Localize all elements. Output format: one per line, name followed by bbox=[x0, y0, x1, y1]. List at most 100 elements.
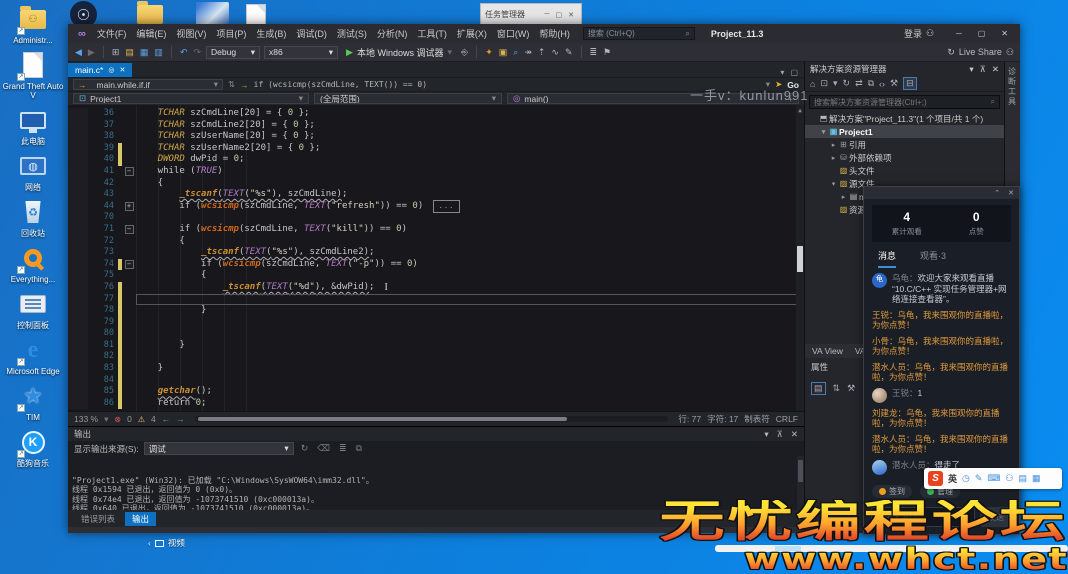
redo-icon[interactable]: ↷ bbox=[192, 47, 202, 58]
collapse-icon[interactable]: ⌃ bbox=[994, 189, 1000, 197]
scrollbar-thumb[interactable] bbox=[198, 417, 567, 421]
menu-item-7[interactable]: 分析(N) bbox=[372, 27, 413, 40]
fold-toggle-icon[interactable]: − bbox=[125, 225, 134, 234]
clock-icon[interactable]: ◷ bbox=[962, 473, 970, 484]
menu-item-1[interactable]: 编辑(E) bbox=[131, 27, 171, 40]
scope-global-dropdown[interactable]: (全局范围) ▾ bbox=[314, 93, 502, 104]
step-over-icon[interactable]: ↠ bbox=[523, 47, 533, 58]
code-line-36[interactable]: 36 TCHAR szCmdLine[20] = { 0 }; bbox=[68, 108, 804, 120]
undo-icon[interactable]: ↶ bbox=[179, 47, 189, 58]
desktop-icon-everything[interactable]: ↗Everything... bbox=[1, 243, 65, 284]
taskmgr-minimize-icon[interactable]: ─ bbox=[542, 11, 553, 18]
bookmark-icon[interactable]: ⚑ bbox=[602, 47, 612, 58]
scrollbar-thumb[interactable] bbox=[798, 460, 803, 482]
chevron-down-icon[interactable]: ▾ bbox=[104, 414, 108, 425]
config-dropdown[interactable]: Debug ▾ bbox=[206, 46, 260, 59]
code-line-39[interactable]: 39 TCHAR szUserName2[20] = { 0 }; bbox=[68, 143, 804, 155]
sogou-logo-icon[interactable]: S bbox=[928, 471, 943, 486]
fold-toggle-icon[interactable]: − bbox=[125, 167, 134, 176]
video-chip[interactable]: ‹ 视频 bbox=[148, 537, 185, 549]
add-item-icon[interactable]: ▣ bbox=[498, 47, 509, 58]
nav-forward-icon[interactable]: ▶ bbox=[87, 47, 96, 58]
sync-icon[interactable]: ⇄ bbox=[855, 78, 863, 89]
view-code-icon[interactable]: ‹› bbox=[879, 79, 885, 89]
word-wrap-icon[interactable]: ≣ bbox=[337, 443, 349, 454]
switch-view-icon[interactable]: ⊡ bbox=[820, 78, 828, 89]
code-editor[interactable]: 36 TCHAR szCmdLine[20] = { 0 };37 TCHAR … bbox=[68, 105, 804, 411]
fold-toggle-icon[interactable]: + bbox=[125, 202, 134, 211]
desktop-icon-recycle-bin[interactable]: ♻回收站 bbox=[1, 197, 65, 238]
home-icon[interactable]: ⌂ bbox=[810, 79, 815, 89]
pin-icon[interactable]: ⊼ bbox=[980, 64, 986, 75]
property-pages-icon[interactable]: ⚒ bbox=[847, 383, 855, 394]
project-dropdown[interactable]: ⊡ Project1 ▾ bbox=[73, 93, 309, 104]
window-list-icon[interactable]: ▢ bbox=[790, 68, 798, 77]
code-line-74[interactable]: 74− if (wcsicmp(szCmdLine, TEXT("-p")) =… bbox=[68, 259, 804, 271]
show-all-files-icon[interactable]: ⧉ bbox=[868, 78, 874, 89]
code-line-81[interactable]: 81 } bbox=[68, 340, 804, 352]
menu-item-4[interactable]: 生成(B) bbox=[251, 27, 291, 40]
code-line-72[interactable]: 72 { bbox=[68, 236, 804, 248]
menu-item-9[interactable]: 扩展(X) bbox=[452, 27, 492, 40]
code-line-86[interactable]: 86 return 0; bbox=[68, 398, 804, 410]
code-line-71[interactable]: 71− if (wcsicmp(szCmdLine, TEXT("kill"))… bbox=[68, 224, 804, 236]
pin-icon[interactable]: ⊼ bbox=[777, 429, 783, 440]
scrollbar-thumb[interactable] bbox=[797, 246, 803, 272]
scroll-up-icon[interactable]: ▲ bbox=[796, 105, 804, 117]
menu-item-5[interactable]: 调试(D) bbox=[291, 27, 332, 40]
tree-expander-icon[interactable]: ▸ bbox=[839, 193, 848, 201]
desktop-icon-kugou[interactable]: K↗酷狗音乐 bbox=[1, 427, 65, 468]
desktop-icon-control-panel[interactable]: 控制面板 bbox=[1, 289, 65, 330]
live-share-button[interactable]: ↻ Live Share ⚇ bbox=[947, 47, 1014, 58]
taskmgr-maximize-icon[interactable]: ▢ bbox=[553, 11, 566, 19]
refresh-icon[interactable]: ↻ bbox=[843, 78, 851, 89]
chevron-down-icon[interactable]: ▾ bbox=[833, 78, 838, 89]
clear-all-icon[interactable]: ⌫ bbox=[315, 443, 332, 454]
profiler-icon[interactable]: ✦ bbox=[484, 47, 494, 58]
tab-messages[interactable]: 消息 bbox=[878, 249, 896, 268]
sogou-ime-bar[interactable]: S 英 ◷ ✎ ⌨ ⚇ ▤ ▦ bbox=[924, 468, 1062, 489]
close-icon[interactable]: ✕ bbox=[992, 64, 999, 75]
new-project-icon[interactable]: ⊞ bbox=[111, 47, 121, 58]
tree-expander-icon[interactable]: ▸ bbox=[829, 154, 838, 162]
code-line-40[interactable]: 40 DWORD dwPid = 0; bbox=[68, 154, 804, 166]
ime-language[interactable]: 英 bbox=[948, 472, 957, 485]
tree-expander-icon[interactable]: ▾ bbox=[819, 128, 828, 136]
tab-main-c[interactable]: main.c* ◎ ✕ bbox=[68, 63, 132, 77]
tab-error-list[interactable]: 错误列表 bbox=[74, 512, 122, 526]
vs-maximize-button[interactable]: ▢ bbox=[970, 29, 994, 38]
vs-search-input[interactable]: 搜索 (Ctrl+Q) ⌕ bbox=[583, 27, 695, 40]
close-icon[interactable]: ✕ bbox=[1008, 189, 1014, 197]
keyboard-icon[interactable]: ⌨ bbox=[987, 473, 1000, 484]
alphabetical-icon[interactable]: ⇅ bbox=[833, 383, 841, 394]
menu-item-0[interactable]: 文件(F) bbox=[92, 27, 132, 40]
vs-minimize-button[interactable]: ─ bbox=[948, 29, 970, 38]
warning-icon[interactable]: ⚠ bbox=[138, 415, 145, 424]
step-out-icon[interactable]: ∿ bbox=[550, 47, 560, 58]
scope-dropdown[interactable]: → main.while.if.if ▾ bbox=[73, 79, 223, 90]
code-line-73[interactable]: 73 _tscanf(TEXT("%s"), szCmdLine2); bbox=[68, 247, 804, 259]
code-line-37[interactable]: 37 TCHAR szCmdLine2[20] = { 0 }; bbox=[68, 120, 804, 132]
tree-item-3[interactable]: ▸⛁外部依赖项 bbox=[805, 151, 1004, 164]
pin-icon[interactable]: ◎ bbox=[108, 66, 114, 74]
tree-item-4[interactable]: ▨头文件 bbox=[805, 164, 1004, 177]
code-line-85[interactable]: 85 getchar(); bbox=[68, 386, 804, 398]
tree-item-1[interactable]: ▾▣Project1 bbox=[805, 125, 1004, 138]
menu-item-3[interactable]: 项目(P) bbox=[211, 27, 251, 40]
save-all-icon[interactable]: ▥ bbox=[153, 47, 164, 58]
code-line-44[interactable]: 44+ if (wcsicmp(szCmdLine, TEXT("refresh… bbox=[68, 201, 804, 213]
tree-expander-icon[interactable]: ▾ bbox=[829, 180, 838, 188]
tab-va-view[interactable]: VA View bbox=[812, 346, 843, 356]
nav-back-icon[interactable]: ◀ bbox=[74, 47, 83, 58]
taskmgr-close-icon[interactable]: ✕ bbox=[565, 11, 577, 19]
code-line-42[interactable]: 42 { bbox=[68, 178, 804, 190]
code-line-77[interactable]: 77 bbox=[68, 294, 804, 306]
collapse-all-icon[interactable]: ⊟ bbox=[903, 77, 917, 90]
tree-expander-icon[interactable]: ▸ bbox=[829, 141, 838, 149]
step-into-icon[interactable]: ⇡ bbox=[537, 47, 547, 58]
solution-explorer-search[interactable]: 搜索解决方案资源管理器(Ctrl+;) ⌕ bbox=[809, 95, 1000, 109]
editor-horizontal-scrollbar[interactable] bbox=[195, 416, 669, 422]
toolbox-icon[interactable]: ▦ bbox=[1032, 473, 1041, 484]
handwriting-icon[interactable]: ✎ bbox=[975, 473, 983, 484]
close-icon[interactable]: ✕ bbox=[119, 66, 125, 74]
